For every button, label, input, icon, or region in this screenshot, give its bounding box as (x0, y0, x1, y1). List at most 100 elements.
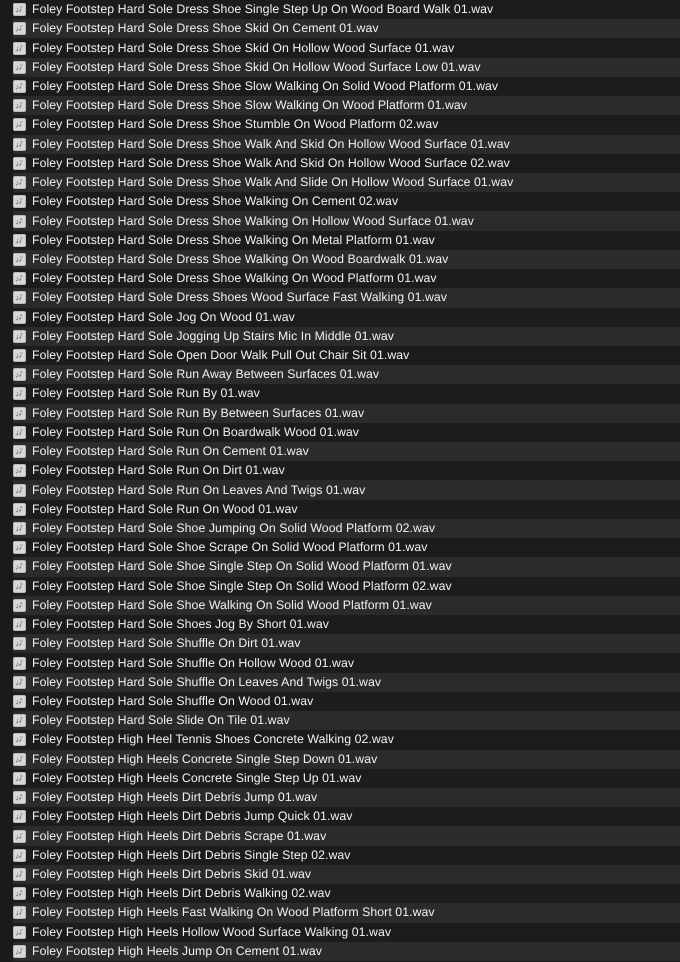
audio-file-icon (13, 906, 26, 920)
file-list-row[interactable]: Foley Footstep Hard Sole Dress Shoe Walk… (0, 192, 680, 212)
file-name-label: Foley Footstep Hard Sole Slide On Tile 0… (32, 713, 290, 728)
audio-file-icon (13, 522, 26, 536)
audio-file-icon (13, 637, 26, 651)
file-list-row[interactable]: Foley Footstep High Heels Jump On Cement… (0, 941, 680, 961)
audio-file-icon (13, 618, 26, 632)
file-list-row[interactable]: Foley Footstep Hard Sole Dress Shoe Walk… (0, 134, 680, 154)
file-list-row[interactable]: Foley Footstep High Heels Dirt Debris Ju… (0, 807, 680, 827)
audio-file-icon (13, 464, 26, 478)
file-list-row[interactable]: Foley Footstep High Heels Dirt Debris Sc… (0, 826, 680, 846)
audio-file-icon (13, 176, 26, 190)
file-list[interactable]: Foley Footstep Hard Sole Dress Shoe Sing… (0, 0, 680, 962)
audio-file-icon (13, 22, 26, 36)
file-name-label: Foley Footstep Hard Sole Run Away Betwee… (32, 367, 380, 382)
file-name-label: Foley Footstep High Heels Jump On Cement… (32, 943, 322, 958)
audio-file-icon (13, 214, 26, 228)
file-list-row[interactable]: Foley Footstep Hard Sole Shoe Jumping On… (0, 518, 680, 539)
file-list-row[interactable]: Foley Footstep Hard Sole Open Door Walk … (0, 345, 680, 366)
audio-file-icon (13, 99, 26, 113)
audio-file-icon (13, 483, 26, 497)
file-list-row[interactable]: Foley Footstep Hard Sole Dress Shoe Slow… (0, 76, 680, 97)
file-list-row[interactable]: Foley Footstep Hard Sole Run On Cement 0… (0, 442, 680, 462)
file-list-row[interactable]: Foley Footstep Hard Sole Dress Shoe Walk… (0, 269, 680, 289)
file-list-row[interactable]: Foley Footstep Hard Sole Run Away Betwee… (0, 365, 680, 385)
file-name-label: Foley Footstep High Heels Dirt Debris Ju… (32, 790, 318, 805)
file-list-row[interactable]: Foley Footstep Hard Sole Slide On Tile 0… (0, 711, 680, 731)
file-name-label: Foley Footstep Hard Sole Dress Shoe Slow… (32, 78, 499, 93)
audio-file-icon (13, 156, 26, 170)
file-list-row[interactable]: Foley Footstep Hard Sole Shoe Single Ste… (0, 557, 680, 577)
audio-file-icon (13, 887, 26, 901)
audio-file-icon (13, 137, 26, 151)
file-list-row[interactable]: Foley Footstep Hard Sole Run On Dirt 01.… (0, 461, 680, 481)
file-name-label: Foley Footstep Hard Sole Dress Shoe Stum… (32, 117, 439, 132)
file-name-label: Foley Footstep High Heels Fast Walking O… (32, 905, 435, 920)
file-list-row[interactable]: Foley Footstep Hard Sole Dress Shoe Skid… (0, 57, 680, 77)
file-name-label: Foley Footstep Hard Sole Open Door Walk … (32, 348, 410, 363)
audio-file-icon (13, 867, 26, 881)
file-list-row[interactable]: Foley Footstep Hard Sole Dress Shoe Skid… (0, 19, 680, 39)
audio-file-icon (13, 944, 26, 958)
file-list-row[interactable]: Foley Footstep Hard Sole Shuffle On Dirt… (0, 634, 680, 654)
file-list-row[interactable]: Foley Footstep High Heels Fast Walking O… (0, 903, 680, 923)
file-name-label: Foley Footstep Hard Sole Shuffle On Dirt… (32, 636, 301, 651)
file-name-label: Foley Footstep Hard Sole Dress Shoe Walk… (32, 271, 437, 286)
file-name-label: Foley Footstep High Heels Concrete Singl… (32, 770, 362, 785)
file-list-row[interactable]: Foley Footstep Hard Sole Dress Shoe Stum… (0, 115, 680, 135)
audio-file-icon (13, 445, 26, 459)
file-list-row[interactable]: Foley Footstep High Heels Concrete Singl… (0, 749, 680, 769)
audio-file-icon (13, 41, 26, 55)
file-name-label: Foley Footstep Hard Sole Shoe Scrape On … (32, 540, 428, 555)
audio-file-icon (13, 752, 26, 766)
file-list-row[interactable]: Foley Footstep Hard Sole Run On Leaves A… (0, 480, 680, 500)
file-name-label: Foley Footstep Hard Sole Dress Shoe Walk… (32, 194, 399, 209)
file-list-row[interactable]: Foley Footstep Hard Sole Jogging Up Stai… (0, 326, 680, 346)
audio-file-icon (13, 387, 26, 401)
file-name-label: Foley Footstep Hard Sole Dress Shoes Woo… (32, 290, 448, 305)
file-list-row[interactable]: Foley Footstep Hard Sole Shoe Scrape On … (0, 538, 680, 558)
file-list-row[interactable]: Foley Footstep Hard Sole Jog On Wood 01.… (0, 307, 680, 327)
file-name-label: Foley Footstep High Heels Dirt Debris Sc… (32, 828, 327, 843)
file-list-row[interactable]: Foley Footstep Hard Sole Dress Shoe Walk… (0, 172, 680, 193)
file-name-label: Foley Footstep Hard Sole Shoe Jumping On… (32, 521, 436, 536)
file-name-label: Foley Footstep Hard Sole Jog On Wood 01.… (32, 309, 295, 324)
file-list-row[interactable]: Foley Footstep Hard Sole Shoe Single Ste… (0, 576, 680, 596)
audio-file-icon (13, 349, 26, 363)
file-list-row[interactable]: Foley Footstep Hard Sole Shoes Jog By Sh… (0, 615, 680, 635)
audio-file-icon (13, 810, 26, 824)
file-name-label: Foley Footstep High Heels Dirt Debris Sk… (32, 866, 312, 881)
file-list-row[interactable]: Foley Footstep High Heels Hollow Wood Su… (0, 922, 680, 942)
file-list-row[interactable]: Foley Footstep Hard Sole Run By 01.wav (0, 384, 680, 404)
file-list-row[interactable]: Foley Footstep Hard Sole Dress Shoe Skid… (0, 38, 680, 58)
audio-file-icon (13, 579, 26, 593)
file-name-label: Foley Footstep Hard Sole Shuffle On Holl… (32, 655, 355, 670)
file-list-row[interactable]: Foley Footstep Hard Sole Run By Between … (0, 403, 680, 423)
audio-file-icon (13, 329, 26, 343)
file-list-row[interactable]: Foley Footstep High Heels Dirt Debris Ju… (0, 787, 680, 808)
file-list-row[interactable]: Foley Footstep High Heels Dirt Debris Wa… (0, 884, 680, 904)
file-name-label: Foley Footstep Hard Sole Run On Leaves A… (32, 482, 366, 497)
file-list-row[interactable]: Foley Footstep High Heels Concrete Singl… (0, 768, 680, 788)
file-name-label: Foley Footstep Hard Sole Dress Shoe Slow… (32, 98, 468, 113)
file-list-row[interactable]: Foley Footstep Hard Sole Dress Shoe Walk… (0, 211, 680, 231)
audio-file-icon (13, 694, 26, 708)
file-list-row[interactable]: Foley Footstep Hard Sole Dress Shoe Slow… (0, 96, 680, 116)
file-name-label: Foley Footstep Hard Sole Jogging Up Stai… (32, 328, 395, 343)
file-list-row[interactable]: Foley Footstep Hard Sole Dress Shoe Walk… (0, 249, 680, 270)
file-list-row[interactable]: Foley Footstep Hard Sole Shoe Walking On… (0, 595, 680, 615)
file-name-label: Foley Footstep Hard Sole Shoes Jog By Sh… (32, 617, 329, 632)
file-list-row[interactable]: Foley Footstep Hard Sole Dress Shoe Walk… (0, 230, 680, 250)
file-list-row[interactable]: Foley Footstep Hard Sole Dress Shoes Woo… (0, 288, 680, 308)
file-list-row[interactable]: Foley Footstep Hard Sole Shuffle On Leav… (0, 672, 680, 692)
file-list-row[interactable]: Foley Footstep Hard Sole Run On Wood 01.… (0, 499, 680, 519)
file-list-row[interactable]: Foley Footstep Hard Sole Dress Shoe Walk… (0, 153, 680, 173)
file-list-row[interactable]: Foley Footstep Hard Sole Shuffle On Holl… (0, 653, 680, 673)
file-name-label: Foley Footstep High Heels Hollow Wood Su… (32, 924, 392, 939)
file-list-row[interactable]: Foley Footstep High Heel Tennis Shoes Co… (0, 730, 680, 750)
file-list-row[interactable]: Foley Footstep Hard Sole Shuffle On Wood… (0, 691, 680, 712)
file-list-row[interactable]: Foley Footstep Hard Sole Run On Boardwal… (0, 422, 680, 443)
file-list-row[interactable]: Foley Footstep High Heels Dirt Debris Si… (0, 845, 680, 865)
file-list-row[interactable]: Foley Footstep Hard Sole Dress Shoe Sing… (0, 0, 680, 20)
file-name-label: Foley Footstep Hard Sole Shuffle On Leav… (32, 674, 382, 689)
file-list-row[interactable]: Foley Footstep High Heels Dirt Debris Sk… (0, 864, 680, 885)
